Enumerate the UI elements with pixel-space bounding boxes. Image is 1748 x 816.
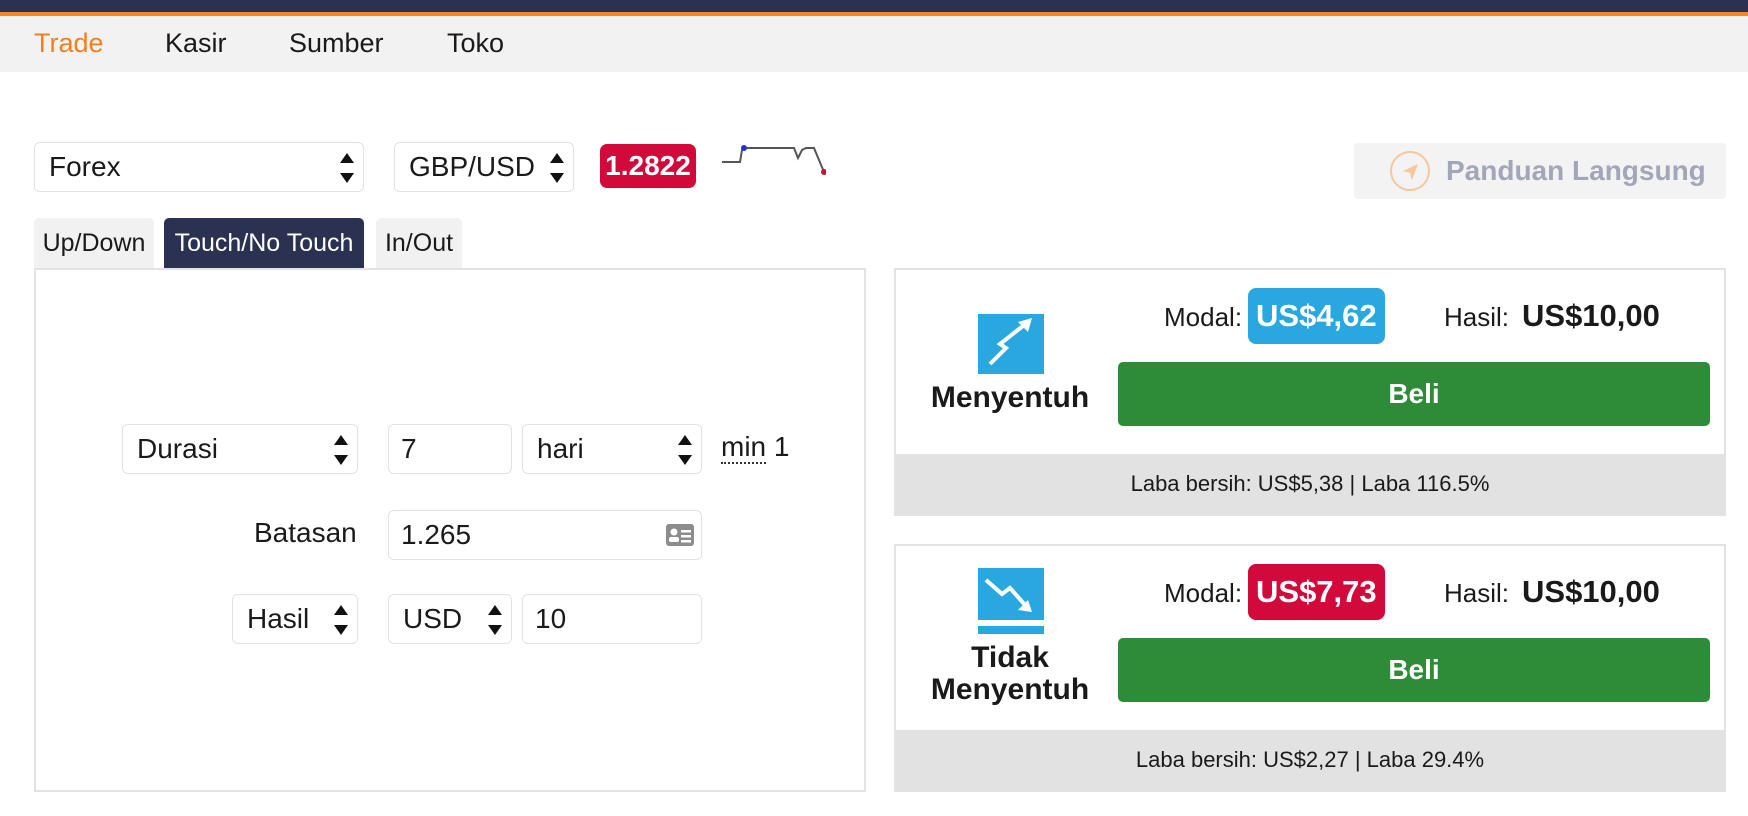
compass-icon bbox=[1390, 151, 1430, 191]
nav-item-sumber[interactable]: Sumber bbox=[289, 28, 384, 59]
market-select-value: Forex bbox=[49, 151, 121, 182]
stake-value-no-touch: US$7,73 bbox=[1248, 564, 1385, 620]
contact-card-icon[interactable] bbox=[665, 523, 695, 547]
contract-title-no-touch: Tidak Menyentuh bbox=[906, 642, 1114, 706]
amount-input[interactable]: 10 bbox=[522, 594, 702, 644]
contract-card-no-touch: Tidak Menyentuh Modal: US$7,73 Hasil: US… bbox=[894, 544, 1726, 792]
duration-unit-select[interactable]: hari bbox=[522, 424, 702, 474]
duration-min-hint: min 1 bbox=[721, 431, 790, 464]
buy-button-no-touch[interactable]: Beli bbox=[1118, 638, 1710, 702]
contract-title-touch: Menyentuh bbox=[930, 381, 1090, 414]
tab-up-down[interactable]: Up/Down bbox=[34, 218, 154, 268]
live-guide-button[interactable]: Panduan Langsung bbox=[1354, 143, 1726, 199]
payout-type-select[interactable]: Hasil bbox=[232, 594, 358, 644]
price-sparkline bbox=[722, 145, 826, 175]
payout-type-value: Hasil bbox=[247, 603, 310, 634]
nav-item-toko[interactable]: Toko bbox=[447, 28, 504, 59]
currency-select[interactable]: USD bbox=[388, 594, 512, 644]
payout-label: Hasil: bbox=[1444, 302, 1510, 332]
select-arrows-icon bbox=[550, 153, 564, 183]
sparkline-start-dot bbox=[741, 145, 747, 151]
top-bar bbox=[0, 0, 1748, 12]
touch-up-icon bbox=[978, 308, 1044, 374]
stake-value-touch: US$4,62 bbox=[1248, 288, 1385, 344]
payout-value-touch: US$10,00 bbox=[1522, 298, 1660, 333]
barrier-label: Batasan bbox=[254, 517, 357, 548]
barrier-input[interactable]: 1.265 bbox=[388, 510, 702, 560]
select-arrows-icon bbox=[678, 435, 692, 465]
spot-price-badge: 1.2822 bbox=[600, 144, 696, 188]
payout-label: Hasil: bbox=[1444, 578, 1510, 608]
profit-summary-no-touch: Laba bersih: US$2,27 | Laba 29.4% bbox=[896, 730, 1724, 790]
sparkline-end-dot bbox=[821, 169, 826, 175]
main-nav: Trade Kasir Sumber Toko bbox=[0, 16, 1748, 72]
tab-touch-no-touch[interactable]: Touch/No Touch bbox=[164, 218, 364, 268]
select-arrows-icon bbox=[334, 605, 348, 635]
barrier-value: 1.265 bbox=[401, 519, 472, 550]
no-touch-down-icon bbox=[978, 568, 1044, 634]
symbol-select[interactable]: GBP/USD bbox=[394, 142, 574, 192]
duration-type-value: Durasi bbox=[137, 433, 218, 464]
select-arrows-icon bbox=[340, 153, 354, 183]
select-arrows-icon bbox=[488, 605, 502, 635]
duration-min-value: 1 bbox=[773, 431, 790, 462]
buy-button-touch[interactable]: Beli bbox=[1118, 362, 1710, 426]
tab-in-out[interactable]: In/Out bbox=[376, 218, 462, 268]
contract-title-line1: Tidak bbox=[971, 641, 1049, 674]
nav-item-trade[interactable]: Trade bbox=[34, 28, 104, 59]
profit-summary-touch: Laba bersih: US$5,38 | Laba 116.5% bbox=[896, 454, 1724, 514]
select-arrows-icon bbox=[334, 435, 348, 465]
nav-item-kasir[interactable]: Kasir bbox=[165, 28, 227, 59]
live-guide-label: Panduan Langsung bbox=[1446, 155, 1706, 186]
duration-type-select[interactable]: Durasi bbox=[122, 424, 358, 474]
duration-min-label: min bbox=[721, 431, 767, 464]
stake-label: Modal: bbox=[1164, 302, 1243, 332]
duration-value-input[interactable]: 7 bbox=[388, 424, 512, 474]
duration-unit-value: hari bbox=[537, 433, 584, 464]
currency-value: USD bbox=[403, 603, 463, 634]
stake-label: Modal: bbox=[1164, 578, 1243, 608]
contract-card-touch: Menyentuh Modal: US$4,62 Hasil: US$10,00… bbox=[894, 268, 1726, 516]
symbol-select-value: GBP/USD bbox=[409, 151, 536, 182]
contract-title-line2: Menyentuh bbox=[930, 673, 1090, 706]
market-select[interactable]: Forex bbox=[34, 142, 364, 192]
payout-value-no-touch: US$10,00 bbox=[1522, 574, 1660, 609]
